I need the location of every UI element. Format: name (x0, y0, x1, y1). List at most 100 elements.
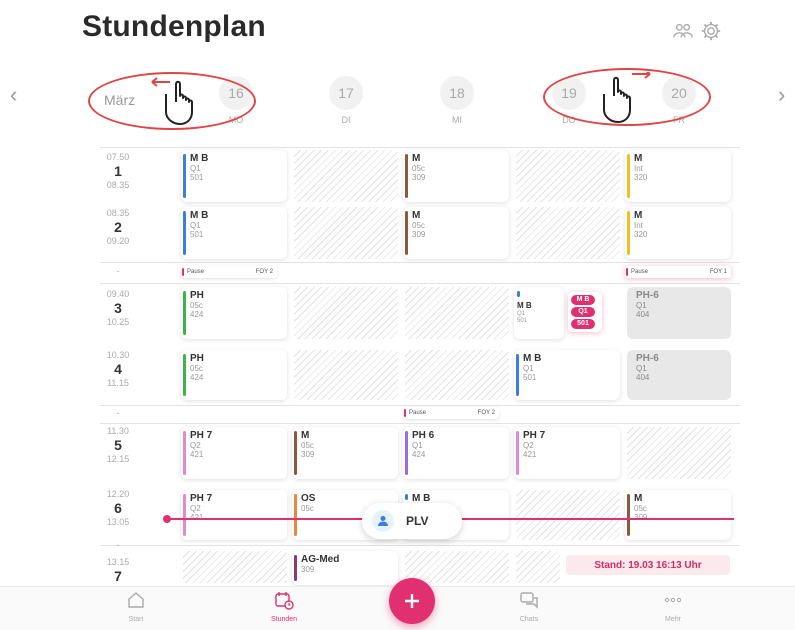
lesson-class: Q2 (190, 504, 201, 513)
period-start: 09.40 (106, 289, 130, 299)
status-badge: Stand: 19.03 16:13 Uhr (566, 555, 730, 575)
lesson-room: 421 (190, 450, 204, 459)
pause-room: FOY 2 (477, 410, 495, 416)
tab-label: Mehr (665, 616, 681, 623)
lesson-class: Q1 (636, 364, 647, 373)
lesson-room: 320 (634, 230, 648, 239)
free-slot (516, 150, 620, 202)
period-3: 09.40 3 10.25 (100, 289, 136, 327)
free-slot (294, 350, 398, 400)
period-end: 09.20 (106, 236, 130, 246)
lesson-subject: M B (190, 210, 209, 221)
lesson-card[interactable]: M B Q1 501 (514, 287, 564, 339)
pause-room: FOY 1 (709, 269, 727, 275)
lesson-subject: PH 7 (523, 430, 546, 441)
pause-card[interactable]: Pause FOY 2 (181, 266, 277, 278)
lesson-card[interactable]: M05c309 (625, 490, 731, 540)
period-number: 1 (114, 163, 122, 179)
lesson-subject: M (412, 210, 421, 221)
day-di[interactable]: 17 DI (326, 76, 366, 125)
lesson-card[interactable]: M B Q1 501 (181, 150, 287, 202)
lesson-room: 501 (517, 318, 528, 324)
pause-label: Pause (187, 269, 205, 275)
lesson-card[interactable]: M05c309 (403, 207, 509, 259)
day-mi[interactable]: 18 MI (437, 76, 477, 125)
lesson-room: 421 (523, 450, 537, 459)
tab-start[interactable]: Start (106, 590, 166, 623)
add-button[interactable] (389, 578, 435, 624)
chat-icon (520, 592, 538, 609)
lesson-room: 309 (301, 565, 315, 574)
lesson-class: Q1 (517, 311, 526, 317)
subject-color-bar (405, 154, 408, 198)
lesson-card[interactable]: M05c309 (292, 427, 398, 479)
lesson-class: Q1 (412, 441, 423, 450)
free-slot (516, 490, 620, 540)
current-time-dot (163, 515, 171, 523)
break-2: - (100, 408, 136, 418)
period-end: 12.15 (106, 454, 130, 464)
period-end: 11.15 (107, 378, 129, 388)
lesson-card[interactable]: M B Q1 501 (181, 207, 287, 259)
lesson-room: 404 (636, 373, 650, 382)
pill-class: Q1 (571, 307, 595, 317)
lesson-subject: AG-Med (301, 554, 340, 565)
lesson-card[interactable]: AG-Med 309 (292, 551, 398, 585)
tab-mehr[interactable]: Mehr (643, 590, 703, 623)
pause-color-bar (404, 409, 406, 417)
period-end: 10.25 (106, 317, 130, 327)
swipe-hand-icon (151, 77, 193, 125)
lesson-card[interactable]: PH 7Q2421 (514, 427, 620, 479)
selected-lesson-pill[interactable]: M B Q1 501 (568, 292, 602, 332)
lesson-card[interactable]: M Int 320 (625, 207, 731, 259)
tab-chats[interactable]: Chats (499, 590, 559, 623)
period-5: 11.30 5 12.15 (100, 426, 136, 464)
free-slot (294, 207, 398, 259)
lesson-card[interactable]: M05c309 (403, 150, 509, 202)
period-end: 08.35 (106, 180, 130, 190)
lesson-room: 501 (190, 173, 204, 182)
lesson-subject: PH (190, 290, 204, 301)
lesson-subject: M (634, 493, 643, 504)
period-2: 08.35 2 09.20 (100, 208, 136, 246)
lesson-card[interactable]: PH 6 Q1 424 (403, 427, 509, 479)
lesson-class: Q2 (190, 441, 201, 450)
people-icon[interactable] (672, 20, 694, 47)
lesson-class: Int (634, 221, 643, 230)
pause-card[interactable]: Pause FOY 2 (403, 407, 499, 419)
lesson-card[interactable]: M B Q1 501 (514, 350, 620, 400)
gear-icon[interactable] (700, 20, 722, 47)
pause-card[interactable]: Pause FOY 1 (625, 266, 731, 278)
person-icon (372, 510, 394, 532)
day-number: 17 (329, 76, 363, 110)
subject-color-bar (517, 291, 520, 297)
lesson-card[interactable]: PH 7Q2421 (181, 427, 287, 479)
subject-color-bar (627, 154, 630, 198)
free-slot (183, 551, 287, 583)
subject-color-bar (516, 354, 519, 396)
subject-color-bar (183, 494, 186, 536)
lesson-card[interactable]: M Int 320 (625, 150, 731, 202)
break-3: - (100, 540, 136, 550)
lesson-card[interactable]: PH 05c 424 (181, 350, 287, 400)
lesson-subject: M B (523, 353, 542, 364)
free-slot (405, 350, 509, 400)
prev-week-button[interactable]: ‹ (10, 82, 17, 108)
row-divider (100, 423, 740, 424)
next-week-button[interactable]: › (778, 82, 785, 108)
lesson-room: 309 (412, 230, 426, 239)
lesson-subject: PH-6 (636, 353, 659, 364)
lesson-subject: PH 7 (190, 493, 213, 504)
home-icon (128, 592, 144, 608)
lesson-card[interactable]: PH-6 Q1 404 (627, 287, 731, 339)
lesson-card[interactable]: PH 7Q2421 (181, 490, 287, 540)
lesson-room: 501 (523, 373, 537, 382)
lesson-class: Q1 (636, 301, 647, 310)
lesson-card[interactable]: PH 05c 424 (181, 287, 287, 339)
plv-button[interactable]: PLV (362, 503, 462, 539)
tab-stunden[interactable]: Stunden (254, 590, 314, 623)
lesson-class: Q2 (523, 441, 534, 450)
row-divider (100, 405, 740, 406)
plus-icon (405, 594, 419, 608)
lesson-card[interactable]: PH-6 Q1 404 (627, 350, 731, 400)
